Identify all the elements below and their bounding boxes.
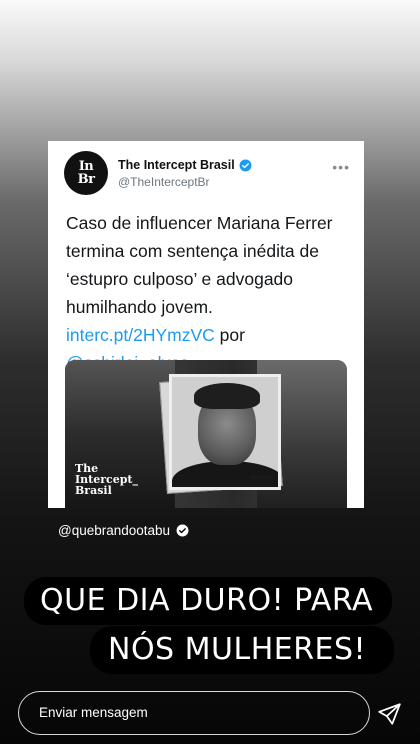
tweet-text: Caso de influencer Mariana Ferrer termin… (66, 209, 356, 377)
tweet-link: interc.pt/2HYmzVC (66, 325, 215, 345)
account-name-text: The Intercept Brasil (118, 158, 235, 172)
mention-username[interactable]: @quebrandootabu (58, 523, 170, 538)
more-horizontal-icon: ••• (332, 159, 350, 175)
account-avatar: In Br (64, 151, 108, 195)
brand-line-3: Brasil (75, 484, 112, 497)
caption-line-1: QUE DIA DURO! PARA (24, 577, 392, 625)
reply-placeholder: Enviar mensagem (39, 705, 148, 720)
verified-badge-icon (176, 524, 189, 537)
mugshot-photo: 08600816 (169, 374, 281, 490)
tweet-body: Caso de influencer Mariana Ferrer termin… (66, 213, 333, 317)
story-view: In Br The Intercept Brasil @TheIntercept… (0, 0, 420, 744)
account-handle: @TheInterceptBr (118, 175, 210, 189)
media-brand-logo: The Intercept_ Brasil (75, 463, 138, 496)
tweet-screenshot: In Br The Intercept Brasil @TheIntercept… (48, 141, 364, 508)
reply-input[interactable]: Enviar mensagem (18, 691, 370, 735)
verified-icon (239, 159, 252, 171)
photo-number: 08600816 (249, 475, 274, 481)
caption-line-2: NÓS MULHERES! (90, 626, 394, 674)
photo-hair (194, 383, 260, 409)
avatar-initials-bottom: Br (77, 172, 95, 187)
story-mention[interactable]: @quebrandootabu (58, 523, 189, 538)
tweet-media-image: 08600816 The Intercept_ Brasil (65, 360, 347, 508)
account-name: The Intercept Brasil (118, 158, 252, 172)
tweet-header: In Br The Intercept Brasil @TheIntercept… (64, 151, 354, 195)
send-icon[interactable] (376, 701, 402, 727)
tweet-by: por (214, 325, 245, 345)
